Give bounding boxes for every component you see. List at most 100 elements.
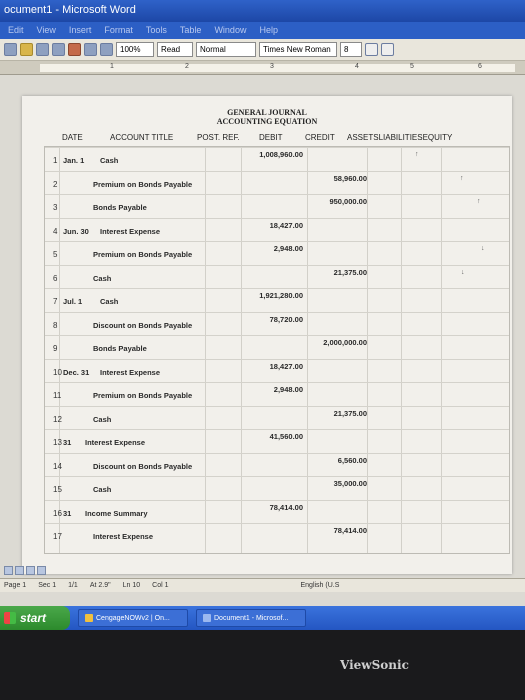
cell-date: 31 [63,508,72,518]
undo-icon[interactable] [84,43,97,56]
journal-table: 1 Jan. 1 Cash 1,008,960.00 2 Premium on Bonds… [44,146,510,554]
browser-icon [85,614,93,622]
equation-arrow: ↓ [481,245,485,252]
ruler[interactable]: 1 2 3 4 5 6 [0,61,525,75]
font-select[interactable]: Times New Roman [259,42,337,57]
row-number: 6 [53,273,58,283]
status-at: At 2.9" [89,582,111,589]
table-row[interactable]: 10 Dec. 31 Interest Expense 18,427.00 [45,358,509,383]
cell-credit: 21,375.00 [333,408,367,418]
bold-icon[interactable] [365,43,378,56]
table-row[interactable]: 16 31 Income Summary 78,414.00 [45,499,509,524]
cell-account: Discount on Bonds Payable [93,320,193,330]
start-button[interactable]: start [0,606,70,630]
cell-credit: 78,414.00 [333,526,367,535]
menu-item[interactable]: Table [180,25,202,35]
table-row[interactable]: 5 Premium on Bonds Payable 2,948.00 [45,241,509,265]
table-row[interactable]: 17 Interest Expense 78,414.00 [45,523,509,547]
menu-item[interactable]: Format [104,25,133,35]
equation-arrow: ↑ [460,174,464,182]
table-row[interactable]: 7 Jul. 1 Cash 1,921,280.00 [45,288,509,312]
table-row[interactable]: 2 Premium on Bonds Payable 58,960.00 [45,170,509,195]
taskbar-item-document[interactable]: Document1 - Microsof... [196,609,306,627]
windows-logo-icon [4,612,16,624]
open-icon[interactable] [20,43,33,56]
row-number: 14 [53,461,62,471]
style-select[interactable]: Normal [196,42,256,57]
menu-item[interactable]: Window [214,25,246,35]
row-number: 17 [53,532,62,541]
cell-credit: 6,560.00 [337,455,367,465]
table-row[interactable]: 9 Bonds Payable 2,000,000.00 [45,335,509,359]
ruler-number: 5 [410,63,414,70]
print-view-icon[interactable] [26,566,35,575]
new-icon[interactable] [4,43,17,56]
journal-subtitle: ACCOUNTING EQUATION [216,117,318,126]
table-row[interactable]: 4 Jun. 30 Interest Expense 18,427.00 [45,217,509,242]
cell-debit: 18,427.00 [269,361,303,371]
title-bar: ocument1 - Microsoft Word [0,0,525,22]
table-row[interactable]: 14 Discount on Bonds Payable 6,560.00 [45,452,509,477]
cell-credit: 950,000.00 [329,197,367,206]
table-row[interactable]: 6 Cash 21,375.00 [45,264,509,289]
web-view-icon[interactable] [15,566,24,575]
row-number: 2 [53,179,58,189]
cell-account: Cash [100,297,119,306]
document-page[interactable]: GENERAL JOURNAL ACCOUNTING EQUATION DATE… [22,96,512,574]
menu-item[interactable]: Insert [69,25,92,35]
row-number: 10 [53,367,62,377]
taskbar-item-cengage[interactable]: CengageNOWv2 | On... [78,609,188,627]
outline-view-icon[interactable] [37,566,46,575]
menu-item[interactable]: Help [259,25,278,35]
print-icon[interactable] [52,43,65,56]
font-size-select[interactable]: 8 [340,42,362,57]
header-debit: DEBIT [259,133,283,142]
cell-debit: 2,948.00 [273,385,303,394]
save-icon[interactable] [36,43,49,56]
table-row[interactable]: 8 Discount on Bonds Payable 78,720.00 [45,311,509,336]
equation-arrow: ↓ [461,268,465,276]
cell-account: Premium on Bonds Payable [93,179,193,189]
zoom-select[interactable]: 100% [116,42,154,57]
ruler-number: 2 [185,63,189,70]
spelling-icon[interactable] [68,43,81,56]
italic-icon[interactable] [381,43,394,56]
menu-item[interactable]: View [37,25,56,35]
read-button[interactable]: Read [157,42,193,57]
row-number: 4 [53,226,58,236]
table-row[interactable]: 15 Cash 35,000.00 [45,476,509,500]
cell-account: Interest Expense [100,226,161,236]
cell-debit: 78,720.00 [269,314,303,324]
row-number: 5 [53,250,58,259]
table-row[interactable]: 3 Bonds Payable 950,000.00 [45,194,509,218]
table-icon[interactable] [100,43,113,56]
row-number: 12 [53,414,62,424]
cell-account: Interest Expense [85,438,146,447]
normal-view-icon[interactable] [4,566,13,575]
table-row[interactable]: 1 Jan. 1 Cash 1,008,960.00 [45,147,509,171]
cell-account: Income Summary [85,508,148,518]
cell-debit: 1,921,280.00 [259,291,303,300]
header-post-ref: POST. REF. [197,133,240,142]
row-number: 8 [53,320,58,330]
status-pages: 1/1 [68,582,78,589]
table-row[interactable]: 12 Cash 21,375.00 [45,405,509,430]
ruler-number: 3 [270,63,274,70]
screen: ocument1 - Microsoft Word Edit View Insert… [0,0,525,630]
table-row[interactable]: 13 31 Interest Expense 41,560.00 [45,429,509,453]
header-equation: ASSETSLIABILITIESEQUITY [347,133,453,142]
header-date: DATE [62,133,83,142]
cell-account: Cash [93,414,112,424]
menu-bar: Edit View Insert Format Tools Table Window Help [0,22,525,39]
cell-account: Bonds Payable [93,203,147,212]
cell-account: Premium on Bonds Payable [93,391,193,400]
row-number: 16 [53,508,62,518]
toolbar: 100% Read Normal Times New Roman 8 [0,39,525,61]
cell-debit: 1,008,960.00 [259,150,303,159]
menu-item[interactable]: Edit [8,25,24,35]
row-number: 11 [53,391,62,400]
monitor-brand: ViewSonic [340,658,409,672]
menu-item[interactable]: Tools [146,25,167,35]
table-row[interactable]: 11 Premium on Bonds Payable 2,948.00 [45,382,509,406]
view-buttons [0,564,80,578]
